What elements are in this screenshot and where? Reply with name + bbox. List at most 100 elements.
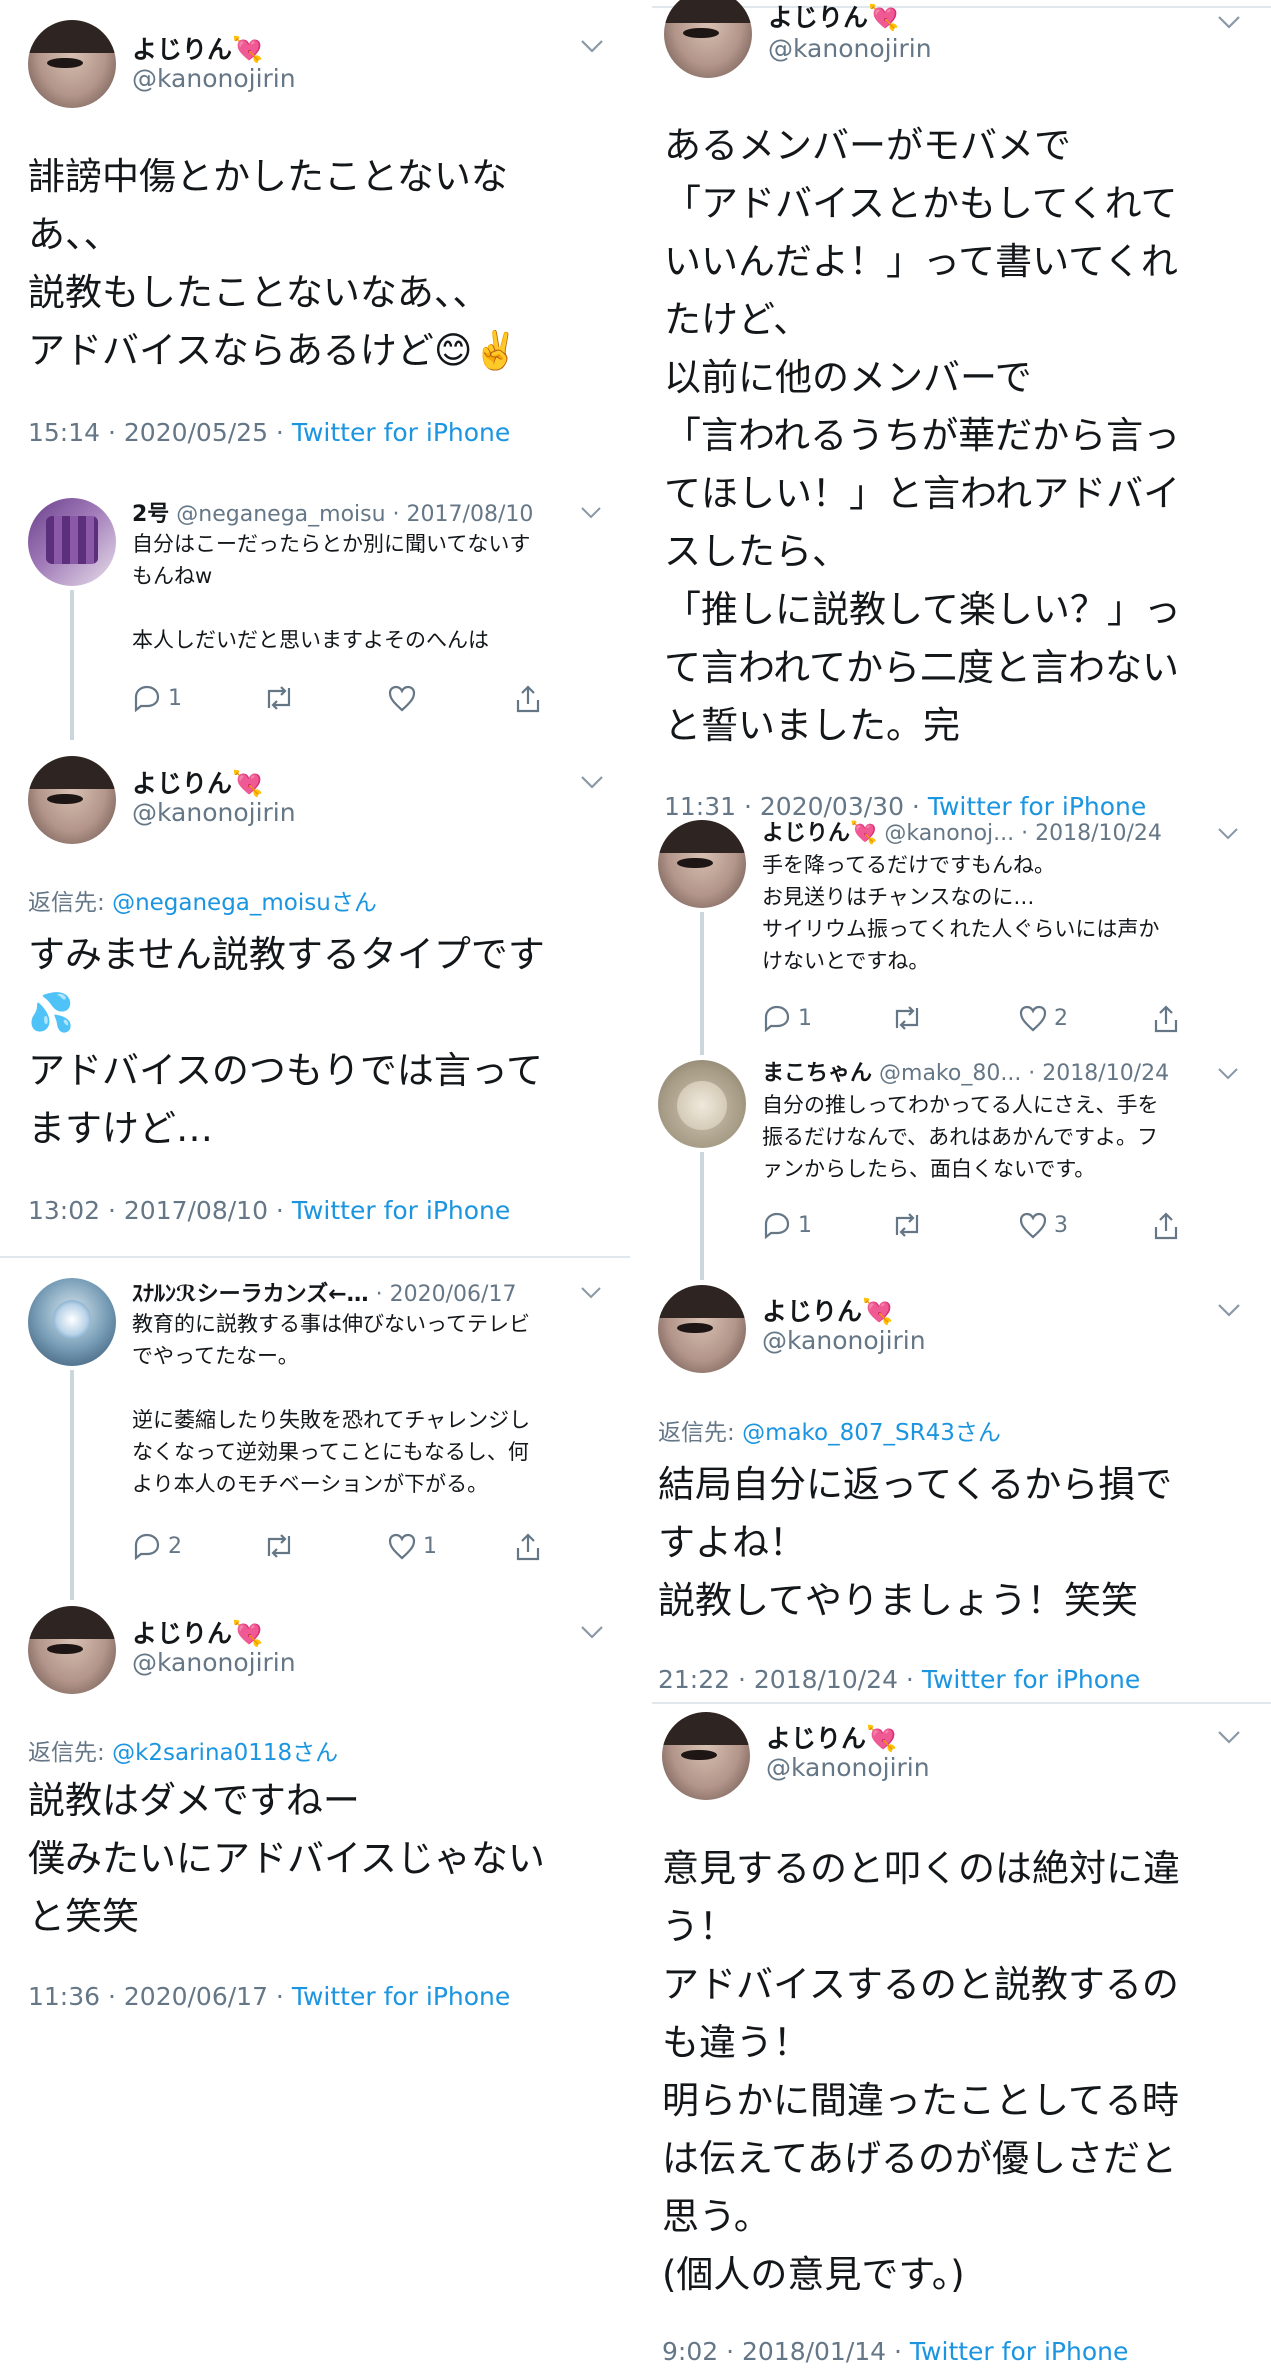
reply-header[interactable]: よじりん💘 @kanonoj... · 2018/10/24 (762, 815, 1162, 847)
reply-icon (764, 1212, 790, 1239)
mention-link[interactable]: @k2sarina0118さん (112, 1740, 338, 1766)
heart-emoji-icon: 💘 (862, 1297, 894, 1326)
heart-emoji-icon: 💘 (868, 3, 900, 32)
user-avatar[interactable] (28, 498, 116, 586)
client-link[interactable]: Twitter for iPhone (922, 1665, 1140, 1694)
retweet-icon (895, 1213, 919, 1237)
reply-header[interactable]: 2号 @neganega_moisu · 2017/08/10 (132, 496, 533, 528)
client-link[interactable]: Twitter for iPhone (292, 418, 510, 447)
tweet-timestamp[interactable]: 9:02 · 2018/01/14 · Twitter for iPhone (662, 2337, 1128, 2366)
user-handle[interactable]: @kanonojirin (762, 1326, 926, 1355)
like-button[interactable] (387, 680, 467, 720)
user-handle[interactable]: @kanonojirin (132, 798, 296, 827)
heart-emoji-icon: 💘 (232, 769, 264, 798)
reply-button[interactable]: 1 (762, 1000, 842, 1040)
thread-line (700, 1152, 704, 1280)
chevron-down-icon[interactable] (580, 1624, 604, 1643)
retweet-icon (895, 1006, 919, 1030)
tweet-card[interactable]: よじりん💘 @kanonojirin 誹謗中傷とかしたことないな あ、、 説教も… (0, 0, 630, 470)
tweet-card[interactable]: よじりん💘 @kanonojirin 意見するのと叩くのは絶対に違 う！ アドバ… (652, 1705, 1271, 2375)
share-button[interactable] (514, 1528, 554, 1568)
user-avatar[interactable] (28, 20, 116, 108)
tweet-text: 説教はダメですねー 僕みたいにアドバイスじゃない と笑笑 (28, 1779, 545, 1938)
retweet-button[interactable] (262, 1528, 342, 1568)
user-avatar[interactable] (28, 756, 116, 844)
like-button[interactable]: 2 (1018, 1000, 1098, 1040)
reply-icon (764, 1005, 790, 1032)
client-link[interactable]: Twitter for iPhone (292, 1196, 510, 1225)
reply-icon (134, 1533, 160, 1560)
like-button[interactable]: 3 (1018, 1207, 1098, 1247)
user-handle[interactable]: @kanonojirin (132, 1648, 296, 1677)
user-avatar[interactable] (662, 1712, 750, 1800)
retweet-icon (267, 1534, 291, 1558)
display-name[interactable]: よじりん💘 (768, 0, 899, 34)
user-avatar[interactable] (664, 0, 752, 78)
retweet-button[interactable] (262, 680, 342, 720)
like-button[interactable]: 1 (387, 1528, 467, 1568)
tweet-card[interactable]: よじりん💘 @kanonojirin 返信先: @mako_807_SR43さん… (652, 1280, 1271, 1700)
display-name[interactable]: よじりん💘 (762, 1292, 893, 1328)
share-icon (1154, 1005, 1178, 1033)
client-link[interactable]: Twitter for iPhone (292, 1982, 510, 2011)
user-handle[interactable]: @kanonojirin (766, 1753, 930, 1782)
retweet-button[interactable] (890, 1207, 970, 1247)
reply-card[interactable]: よじりん💘 @kanonoj... · 2018/10/24 手を降ってるだけで… (652, 815, 1271, 1055)
reply-button[interactable]: 1 (132, 680, 212, 720)
user-avatar[interactable] (28, 1278, 116, 1366)
heart-icon (388, 685, 416, 712)
share-button[interactable] (1152, 1000, 1192, 1040)
heart-emoji-icon: 💘 (850, 821, 878, 846)
retweet-button[interactable] (890, 1000, 970, 1040)
mention-link[interactable]: @mako_807_SR43さん (742, 1420, 1001, 1446)
display-name[interactable]: よじりん💘 (132, 1614, 263, 1650)
reply-text: 自分はこーだったらとか別に聞いてないす もんねw 本人しだいだと思いますよそのへ… (132, 532, 531, 652)
chevron-down-icon[interactable] (1217, 14, 1241, 33)
reply-header[interactable]: まこちゃん @mako_80... · 2018/10/24 (762, 1055, 1169, 1087)
reply-button[interactable]: 1 (762, 1207, 842, 1247)
chevron-down-icon[interactable] (1217, 1729, 1241, 1748)
chevron-down-icon[interactable] (580, 774, 604, 793)
user-avatar[interactable] (658, 1285, 746, 1373)
share-button[interactable] (1152, 1207, 1192, 1247)
heart-icon (388, 1533, 416, 1560)
user-avatar[interactable] (658, 820, 746, 908)
user-handle[interactable]: @kanonojirin (768, 34, 932, 63)
reply-to-line: 返信先: @neganega_moisuさん (28, 890, 377, 916)
display-name[interactable]: よじりん💘 (132, 30, 263, 66)
client-link[interactable]: Twitter for iPhone (910, 2337, 1128, 2366)
tweet-card[interactable]: よじりん💘 @kanonojirin 返信先: @neganega_moisuさ… (0, 740, 630, 1250)
thread-line (70, 1370, 74, 1600)
column-gap (630, 0, 652, 2375)
user-handle[interactable]: @kanonojirin (132, 64, 296, 93)
tweet-timestamp[interactable]: 11:36 · 2020/06/17 · Twitter for iPhone (28, 1982, 510, 2011)
section-divider (0, 1256, 630, 1258)
share-icon (516, 685, 540, 713)
chevron-down-icon[interactable] (1217, 1065, 1239, 1084)
reply-card[interactable]: ｽﾅﾙﾝℛシーラカンズ←… · 2020/06/17 教育的に説教する事は伸びな… (0, 1260, 630, 1600)
tweet-timestamp[interactable]: 13:02 · 2017/08/10 · Twitter for iPhone (28, 1196, 510, 1225)
chevron-down-icon[interactable] (580, 1284, 602, 1303)
display-name[interactable]: よじりん💘 (132, 764, 263, 800)
share-button[interactable] (514, 680, 554, 720)
mention-link[interactable]: @neganega_moisuさん (112, 890, 377, 916)
chevron-down-icon[interactable] (580, 504, 602, 523)
tweet-timestamp[interactable]: 15:14 · 2020/05/25 · Twitter for iPhone (28, 418, 510, 447)
tweet-card[interactable]: よじりん💘 @kanonojirin 返信先: @k2sarina0118さん … (0, 1600, 630, 2060)
heart-icon (1019, 1005, 1047, 1032)
reply-button[interactable]: 2 (132, 1528, 212, 1568)
user-avatar[interactable] (28, 1606, 116, 1694)
section-divider (652, 1702, 1271, 1704)
reply-header[interactable]: ｽﾅﾙﾝℛシーラカンズ←… · 2020/06/17 (132, 1276, 516, 1308)
chevron-down-icon[interactable] (1217, 1302, 1241, 1321)
chevron-down-icon[interactable] (1217, 825, 1239, 844)
chevron-down-icon[interactable] (580, 38, 604, 57)
tweet-timestamp[interactable]: 21:22 · 2018/10/24 · Twitter for iPhone (658, 1665, 1140, 1694)
tweet-card[interactable]: よじりん💘 @kanonojirin あるメンバーがモバメで 「アドバイスとかも… (652, 0, 1271, 821)
reply-card[interactable]: まこちゃん @mako_80... · 2018/10/24 自分の推しってわか… (652, 1055, 1271, 1280)
reply-to-line: 返信先: @k2sarina0118さん (28, 1740, 339, 1766)
reply-card[interactable]: 2号 @neganega_moisu · 2017/08/10 自分はこーだった… (0, 470, 630, 740)
display-name[interactable]: よじりん💘 (766, 1719, 897, 1755)
user-avatar[interactable] (658, 1060, 746, 1148)
action-bar: 1 (132, 680, 612, 720)
